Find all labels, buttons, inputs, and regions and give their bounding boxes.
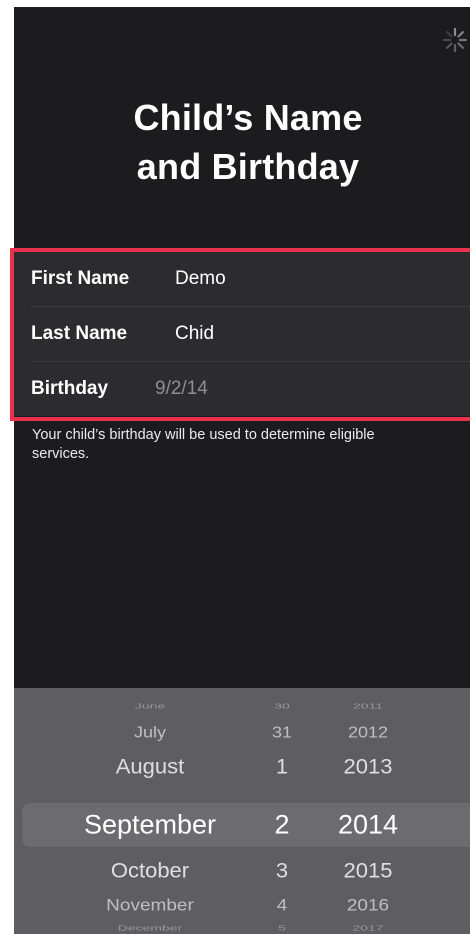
last-name-field[interactable]: Chid — [175, 306, 214, 361]
month-option[interactable]: October — [64, 859, 236, 884]
day-option[interactable]: 3 — [250, 859, 314, 884]
month-wheel[interactable]: June July August September October November De… — [64, 688, 236, 934]
birthday-label: Birthday — [31, 378, 109, 399]
day-option[interactable]: 31 — [250, 724, 314, 742]
date-picker[interactable]: June July August September October November De… — [14, 688, 470, 934]
year-option[interactable]: 2011 — [328, 702, 408, 711]
month-selected[interactable]: September — [64, 810, 236, 841]
year-option[interactable]: 2016 — [328, 897, 408, 916]
year-option[interactable]: 2012 — [328, 724, 408, 742]
month-option[interactable]: November — [64, 897, 236, 916]
year-option[interactable]: 2015 — [328, 859, 408, 884]
day-option[interactable]: 4 — [250, 897, 314, 916]
month-option[interactable]: August — [64, 755, 236, 780]
first-name-label: First Name — [31, 268, 130, 289]
year-option[interactable]: 2017 — [328, 924, 408, 933]
year-selected[interactable]: 2014 — [328, 810, 408, 841]
birthday-footnote: Your child’s birthday will be used to de… — [32, 427, 375, 462]
day-option[interactable]: 5 — [250, 924, 314, 933]
month-option[interactable]: July — [64, 724, 236, 742]
first-name-field[interactable]: Demo — [175, 251, 226, 306]
child-info-form: First Name Demo Last Name Chid Birthday … — [14, 251, 470, 416]
last-name-row[interactable]: Last Name Chid — [14, 306, 470, 361]
year-option[interactable]: 2013 — [328, 755, 408, 780]
day-option[interactable]: 1 — [250, 755, 314, 780]
page-title: Child’s Name and Birthday — [14, 93, 470, 191]
page-title-line-1: Child’s Name — [133, 97, 363, 138]
day-selected[interactable]: 2 — [250, 810, 314, 841]
birthday-field[interactable]: 9/2/14 — [155, 361, 208, 416]
screen: Child’s Name and Birthday First Name Dem… — [14, 7, 470, 934]
year-wheel[interactable]: 2011 2012 2013 2014 2015 2016 2017 — [328, 688, 408, 934]
month-option[interactable]: December — [64, 924, 236, 933]
day-wheel[interactable]: 30 31 1 2 3 4 5 — [250, 688, 314, 934]
last-name-label: Last Name — [31, 323, 128, 344]
page-title-line-2: and Birthday — [136, 146, 360, 187]
first-name-row[interactable]: First Name Demo — [14, 251, 470, 306]
month-option[interactable]: June — [64, 702, 236, 711]
day-option[interactable]: 30 — [250, 702, 314, 711]
birthday-row[interactable]: Birthday 9/2/14 — [14, 361, 470, 416]
activity-spinner-icon — [442, 27, 468, 53]
